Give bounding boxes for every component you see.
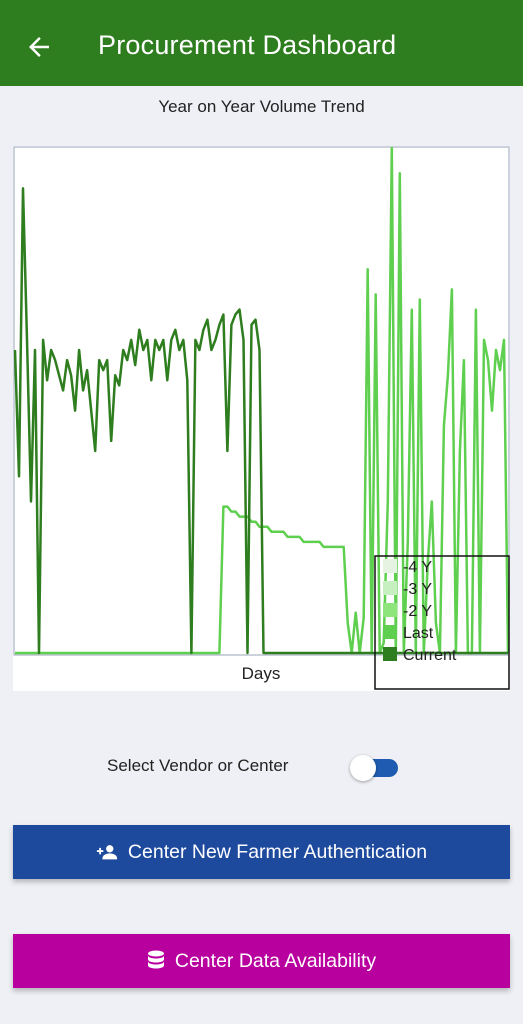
vendor-center-toggle-row: Select Vendor or Center [0, 748, 523, 784]
legend-swatch [383, 625, 397, 639]
center-new-farmer-authentication-label: Center New Farmer Authentication [127, 840, 428, 863]
legend: -4 Y -3 Y -2 Y Last Current [374, 555, 510, 690]
legend-swatch [383, 581, 397, 595]
chart-title: Year on Year Volume Trend [158, 97, 365, 116]
x-axis-label: Days [242, 664, 281, 683]
legend-label: -4 Y [403, 559, 432, 576]
volume-trend-chart: Days -4 Y -3 Y -2 Y Last Current [13, 146, 510, 691]
toggle-thumb [350, 755, 376, 781]
center-new-farmer-authentication-button[interactable]: Center New Farmer Authentication [13, 825, 510, 879]
legend-label: -2 Y [403, 603, 432, 620]
legend-label: Last [403, 625, 434, 642]
chart-canvas: Days -4 Y -3 Y -2 Y Last Current [13, 146, 510, 690]
legend-swatch [383, 647, 397, 661]
person-add-icon [96, 844, 118, 860]
center-data-availability-button[interactable]: Center Data Availability [13, 934, 510, 988]
vendor-center-toggle[interactable] [350, 753, 400, 781]
toggle-label: Select Vendor or Center [107, 756, 289, 775]
database-icon [147, 950, 165, 972]
page-title: Procurement Dashboard [98, 30, 397, 60]
app-bar: Procurement Dashboard [0, 0, 523, 86]
arrow-left-icon[interactable] [22, 30, 56, 64]
legend-swatch [383, 603, 397, 617]
legend-label: Current [403, 647, 457, 664]
center-data-availability-label: Center Data Availability [174, 949, 377, 972]
legend-box [374, 555, 510, 690]
legend-label: -3 Y [403, 581, 432, 598]
legend-swatch [383, 559, 397, 573]
